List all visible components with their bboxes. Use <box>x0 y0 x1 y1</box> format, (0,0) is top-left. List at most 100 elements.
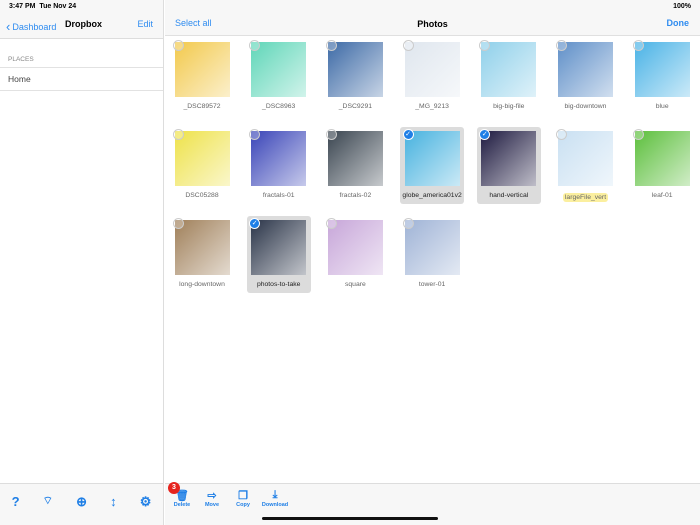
photo-name: largeFile_vert <box>562 193 609 202</box>
photo-name: tower-01 <box>418 281 446 288</box>
photo-item[interactable]: _DSC89572 <box>170 38 234 115</box>
select-circle[interactable] <box>249 40 261 51</box>
photo-name: big-downtown <box>564 103 607 110</box>
help-icon[interactable]: ? <box>12 494 20 525</box>
photo-thumbnail[interactable] <box>632 129 690 186</box>
photo-item[interactable]: DSC05288 <box>170 127 234 204</box>
status-time: 3:47 PM <box>9 3 36 10</box>
sidebar-item-home[interactable]: Home <box>0 68 163 91</box>
globe-icon[interactable]: ⊕ <box>76 494 87 525</box>
photo-thumbnail[interactable] <box>632 40 690 97</box>
chevron-left-icon: ‹ <box>6 19 11 34</box>
select-circle[interactable] <box>172 40 184 51</box>
photo-item[interactable]: tower-01 <box>400 216 464 293</box>
photo-name: long-downtown <box>179 281 225 288</box>
download-button[interactable]: ⤓ Download <box>260 489 290 508</box>
back-button[interactable]: ‹ Dashboard <box>6 19 56 34</box>
download-label: Download <box>261 502 289 508</box>
page-title: Photos <box>417 19 448 29</box>
main-panel: Select all Photos Done _DSC89572 _DSC8963… <box>165 0 700 525</box>
photo-name: hand-vertical <box>489 192 529 199</box>
checkmark-icon[interactable]: ✓ <box>249 218 261 229</box>
copy-button[interactable]: ❐ Copy <box>228 489 258 508</box>
photo-name: square <box>344 281 366 288</box>
edit-button[interactable]: Edit <box>137 19 153 29</box>
photo-item[interactable]: square <box>323 216 387 293</box>
photo-item[interactable]: _DSC9291 <box>323 38 387 115</box>
photo-thumbnail[interactable] <box>556 129 613 186</box>
photo-thumbnail[interactable] <box>325 218 383 275</box>
photo-thumbnail[interactable] <box>249 129 307 186</box>
photo-item[interactable]: largeFile_vert <box>554 127 618 204</box>
select-circle[interactable] <box>402 218 414 229</box>
photo-item[interactable]: _DSC8963 <box>247 38 311 115</box>
photo-thumbnail[interactable]: ✓ <box>479 129 537 186</box>
photo-thumbnail[interactable] <box>402 40 460 97</box>
photo-thumbnail[interactable]: ✓ <box>249 218 307 275</box>
photo-name: fractals-01 <box>262 192 295 199</box>
sidebar-title: Dropbox <box>65 19 102 29</box>
select-circle[interactable] <box>172 129 184 140</box>
photo-name: leaf-01 <box>651 192 673 199</box>
photo-name: _MG_9213 <box>415 103 449 110</box>
home-indicator <box>262 517 438 520</box>
select-circle[interactable] <box>325 218 337 229</box>
photo-item[interactable]: ✓ photos-to-take <box>246 216 311 293</box>
select-circle[interactable] <box>325 40 337 51</box>
photo-name: blue <box>655 103 669 110</box>
photo-item[interactable]: ✓ hand-vertical <box>476 127 541 204</box>
photo-item[interactable]: fractals-01 <box>247 127 311 204</box>
photo-name: photos-to-take <box>256 281 301 288</box>
photo-name: _DSC8963 <box>262 103 296 110</box>
selection-count-badge: 3 <box>168 482 180 494</box>
photo-thumbnail[interactable] <box>172 40 230 97</box>
photo-item[interactable]: fractals-02 <box>323 127 387 204</box>
photo-item[interactable]: _MG_9213 <box>400 38 464 115</box>
select-circle[interactable] <box>249 129 261 140</box>
delete-label: Delete <box>173 502 191 508</box>
status-bar: 3:47 PM Tue Nov 24 100% <box>0 0 700 14</box>
photo-name: globe_america01v2 <box>402 192 462 199</box>
copy-icon: ❐ <box>238 490 248 502</box>
select-circle[interactable] <box>402 40 414 51</box>
checkmark-icon[interactable]: ✓ <box>479 129 491 140</box>
photo-item[interactable]: big-big-file <box>477 38 541 115</box>
photo-name: _DSC9291 <box>338 103 373 110</box>
wifi-icon[interactable]: ⌔ <box>43 494 53 525</box>
photo-thumbnail[interactable] <box>249 40 307 97</box>
photo-name: _DSC89572 <box>183 103 221 110</box>
photo-thumbnail[interactable] <box>325 40 383 97</box>
done-button[interactable]: Done <box>667 18 690 28</box>
select-circle[interactable] <box>479 40 491 51</box>
select-circle[interactable] <box>632 40 644 51</box>
select-circle[interactable] <box>172 218 184 229</box>
sidebar: ‹ Dashboard Dropbox Edit PLACES Home ? ⌔ … <box>0 0 164 525</box>
sort-icon[interactable]: ↕ <box>110 494 117 525</box>
photo-name: big-big-file <box>493 103 525 110</box>
status-date: Tue Nov 24 <box>39 3 77 10</box>
checkmark-icon[interactable]: ✓ <box>402 129 414 140</box>
copy-label: Copy <box>236 502 250 508</box>
photo-name: DSC05288 <box>185 192 219 199</box>
photo-thumbnail[interactable] <box>172 218 230 275</box>
select-circle[interactable] <box>556 40 567 51</box>
photo-name: fractals-02 <box>339 192 372 199</box>
move-button[interactable]: ⇨ Move <box>197 489 227 508</box>
gear-icon[interactable]: ⚙ <box>140 494 152 525</box>
photo-item[interactable]: ✓ globe_america01v2 <box>400 127 465 204</box>
select-circle[interactable] <box>632 129 644 140</box>
delete-button[interactable]: 3 🗑︎ Delete <box>167 482 197 508</box>
photo-thumbnail[interactable] <box>172 129 230 186</box>
photo-item[interactable]: leaf-01 <box>630 127 694 204</box>
photo-thumbnail[interactable] <box>556 40 613 97</box>
photo-thumbnail[interactable]: ✓ <box>402 129 460 186</box>
photo-item[interactable]: big-downtown <box>554 38 618 115</box>
photo-thumbnail[interactable] <box>325 129 383 186</box>
battery-percent: 100% <box>673 3 691 10</box>
select-circle[interactable] <box>325 129 337 140</box>
photo-item[interactable]: blue <box>630 38 694 115</box>
photo-item[interactable]: long-downtown <box>170 216 234 293</box>
photo-thumbnail[interactable] <box>479 40 537 97</box>
select-circle[interactable] <box>556 129 567 140</box>
photo-thumbnail[interactable] <box>402 218 460 275</box>
